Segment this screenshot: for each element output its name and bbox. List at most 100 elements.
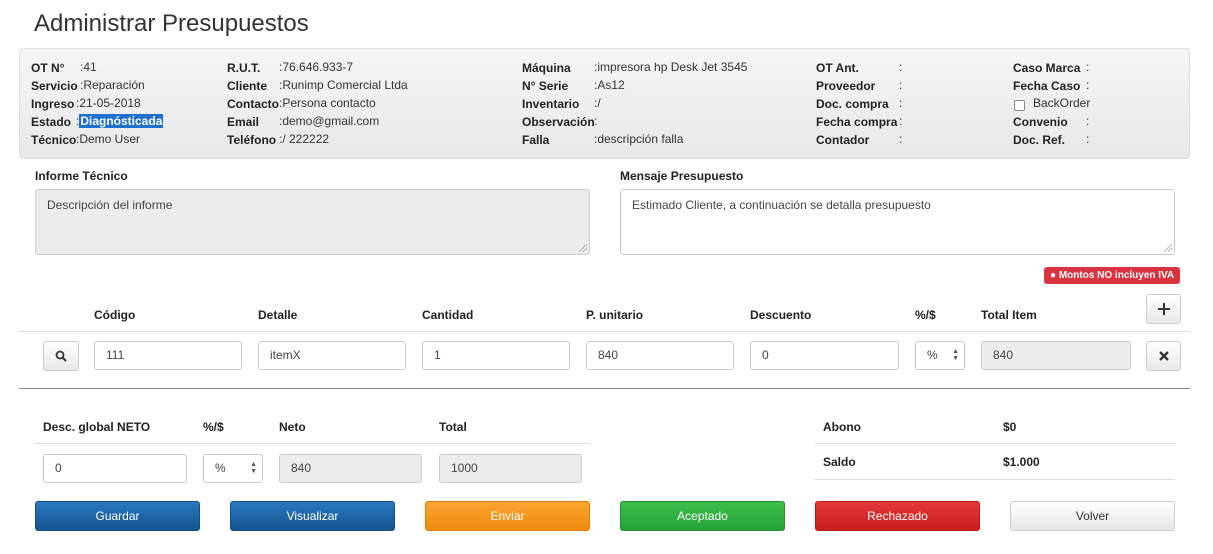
cantidad-input[interactable]: 1: [422, 341, 570, 370]
info-value-telefono: :/ 222222: [279, 132, 330, 146]
info-key-doc-compra: Doc. compra: [816, 97, 889, 111]
col-header-detalle: Detalle: [258, 308, 298, 322]
info-value-contacto: :Persona contacto: [279, 96, 376, 110]
remove-item-button[interactable]: [1146, 341, 1181, 371]
iva-warning-badge: ● Montos NO incluyen IVA: [1044, 267, 1181, 284]
info-key-caso-marca: Caso Marca: [1013, 61, 1081, 75]
totals-header-divider: [35, 443, 590, 444]
info-value-tecnico: :Demo User: [76, 132, 141, 146]
info-value-doc-compra: :: [899, 96, 903, 110]
info-key-doc-ref: Doc. Ref.: [1013, 133, 1066, 147]
select-arrows-icon: ▲ ▼: [250, 461, 257, 475]
col-header-totals-tipo: %/$: [203, 420, 224, 434]
saldo-value: $1.000: [1003, 455, 1040, 469]
mensaje-label: Mensaje Presupuesto: [620, 169, 744, 183]
info-value-convenio: :: [1086, 114, 1090, 128]
info-key-inventario: Inventario: [522, 97, 580, 111]
descuento-input[interactable]: 0: [750, 341, 899, 370]
ot-info-panel: OT N° :41 Servicio :Reparación Ingreso :…: [19, 48, 1190, 159]
visualizar-button[interactable]: Visualizar: [230, 501, 395, 531]
total-field: 1000: [439, 454, 582, 483]
search-icon: [55, 350, 67, 362]
info-value-fecha-caso: :: [1086, 78, 1090, 92]
aceptado-button[interactable]: Aceptado: [620, 501, 785, 531]
total-item-field: 840: [981, 341, 1131, 370]
informe-label: Informe Técnico: [35, 169, 128, 183]
detalle-input[interactable]: itemX: [258, 341, 406, 370]
enviar-button[interactable]: Enviar: [425, 501, 590, 531]
backorder-checkbox[interactable]: [1014, 100, 1025, 111]
codigo-input[interactable]: 111: [94, 341, 242, 370]
select-arrows-icon: ▲ ▼: [952, 348, 959, 362]
estado-highlight: Diagnósticada: [79, 114, 164, 128]
info-key-telefono: Teléfono: [227, 133, 277, 147]
mensaje-textarea[interactable]: Estimado Cliente, a continuación se deta…: [620, 189, 1175, 255]
resize-grip-icon[interactable]: [1164, 244, 1172, 252]
informe-text: Descripción del informe: [47, 198, 173, 212]
info-value-rut: :76.646.933-7: [279, 60, 354, 74]
resize-grip-icon[interactable]: [579, 244, 587, 252]
col-header-codigo: Código: [94, 308, 136, 322]
totals-tipo-value: %: [215, 461, 226, 475]
summary-divider-1: [815, 443, 1175, 444]
exclamation-circle-icon: ●: [1050, 270, 1057, 281]
info-key-rut: R.U.T.: [227, 61, 261, 75]
items-section-divider: [19, 388, 1190, 389]
info-key-contacto: Contacto: [227, 97, 279, 111]
info-key-estado: Estado: [31, 115, 72, 129]
info-value-email: :demo@gmail.com: [279, 114, 380, 128]
info-value-ot: :41: [80, 60, 97, 74]
col-header-descuento: Descuento: [750, 308, 812, 322]
col-header-neto: Neto: [279, 420, 306, 434]
informe-textarea[interactable]: Descripción del informe: [35, 189, 590, 255]
saldo-label: Saldo: [823, 455, 856, 469]
col-header-punitario: P. unitario: [586, 308, 644, 322]
info-value-estado: :Diagnósticada: [76, 114, 164, 128]
info-value-inventario: :/: [594, 96, 601, 110]
search-item-button[interactable]: [43, 341, 79, 371]
summary-divider-2: [815, 479, 1175, 480]
info-key-observacion: Observación: [522, 115, 595, 129]
info-key-serie: N° Serie: [522, 79, 569, 93]
punitario-input[interactable]: 840: [586, 341, 734, 370]
backorder-label: BackOrder: [1033, 96, 1091, 110]
info-value-ingreso: :21-05-2018: [76, 96, 141, 110]
volver-button[interactable]: Volver: [1010, 501, 1175, 531]
item-tipo-value: %: [927, 348, 938, 362]
plus-icon: [1157, 303, 1170, 315]
table-header-divider: [19, 331, 1190, 332]
info-key-tecnico: Técnico: [31, 133, 77, 147]
rechazado-button[interactable]: Rechazado: [815, 501, 980, 531]
info-key-servicio: Servicio: [31, 79, 78, 93]
info-value-contador: :: [899, 132, 903, 146]
add-item-button[interactable]: [1146, 294, 1181, 324]
mensaje-text: Estimado Cliente, a continuación se deta…: [632, 198, 931, 212]
page-title: Administrar Presupuestos: [34, 10, 309, 37]
info-key-maquina: Máquina: [522, 61, 571, 75]
info-value-proveedor: :: [899, 78, 903, 92]
abono-label: Abono: [823, 420, 861, 434]
info-key-fecha-caso: Fecha Caso: [1013, 79, 1081, 93]
col-header-total-item: Total Item: [981, 308, 1037, 322]
abono-value: $0: [1003, 420, 1017, 434]
info-key-fecha-compra: Fecha compra: [816, 115, 898, 129]
guardar-button[interactable]: Guardar: [35, 501, 200, 531]
info-value-maquina: :impresora hp Desk Jet 3545: [594, 60, 748, 74]
neto-field: 840: [279, 454, 422, 483]
iva-warning-text: Montos NO incluyen IVA: [1058, 270, 1175, 281]
info-value-ot-ant: :: [899, 60, 903, 74]
info-key-proveedor: Proveedor: [816, 79, 876, 93]
col-header-cantidad: Cantidad: [422, 308, 474, 322]
item-tipo-select[interactable]: % ▲ ▼: [915, 341, 965, 370]
col-header-desc-global: Desc. global NETO: [43, 420, 151, 434]
info-value-falla: :descripción falla: [594, 132, 684, 146]
totals-tipo-select[interactable]: % ▲ ▼: [203, 454, 263, 483]
desc-global-input[interactable]: 0: [43, 454, 187, 483]
info-value-cliente: :Runimp Comercial Ltda: [279, 78, 408, 92]
info-value-observacion: :: [594, 114, 598, 128]
info-key-cliente: Cliente: [227, 79, 268, 93]
info-value-doc-ref: :: [1086, 132, 1090, 146]
info-value-serie: :As12: [594, 78, 625, 92]
info-key-ot-ant: OT Ant.: [816, 61, 859, 75]
info-value-fecha-compra: :: [899, 114, 903, 128]
